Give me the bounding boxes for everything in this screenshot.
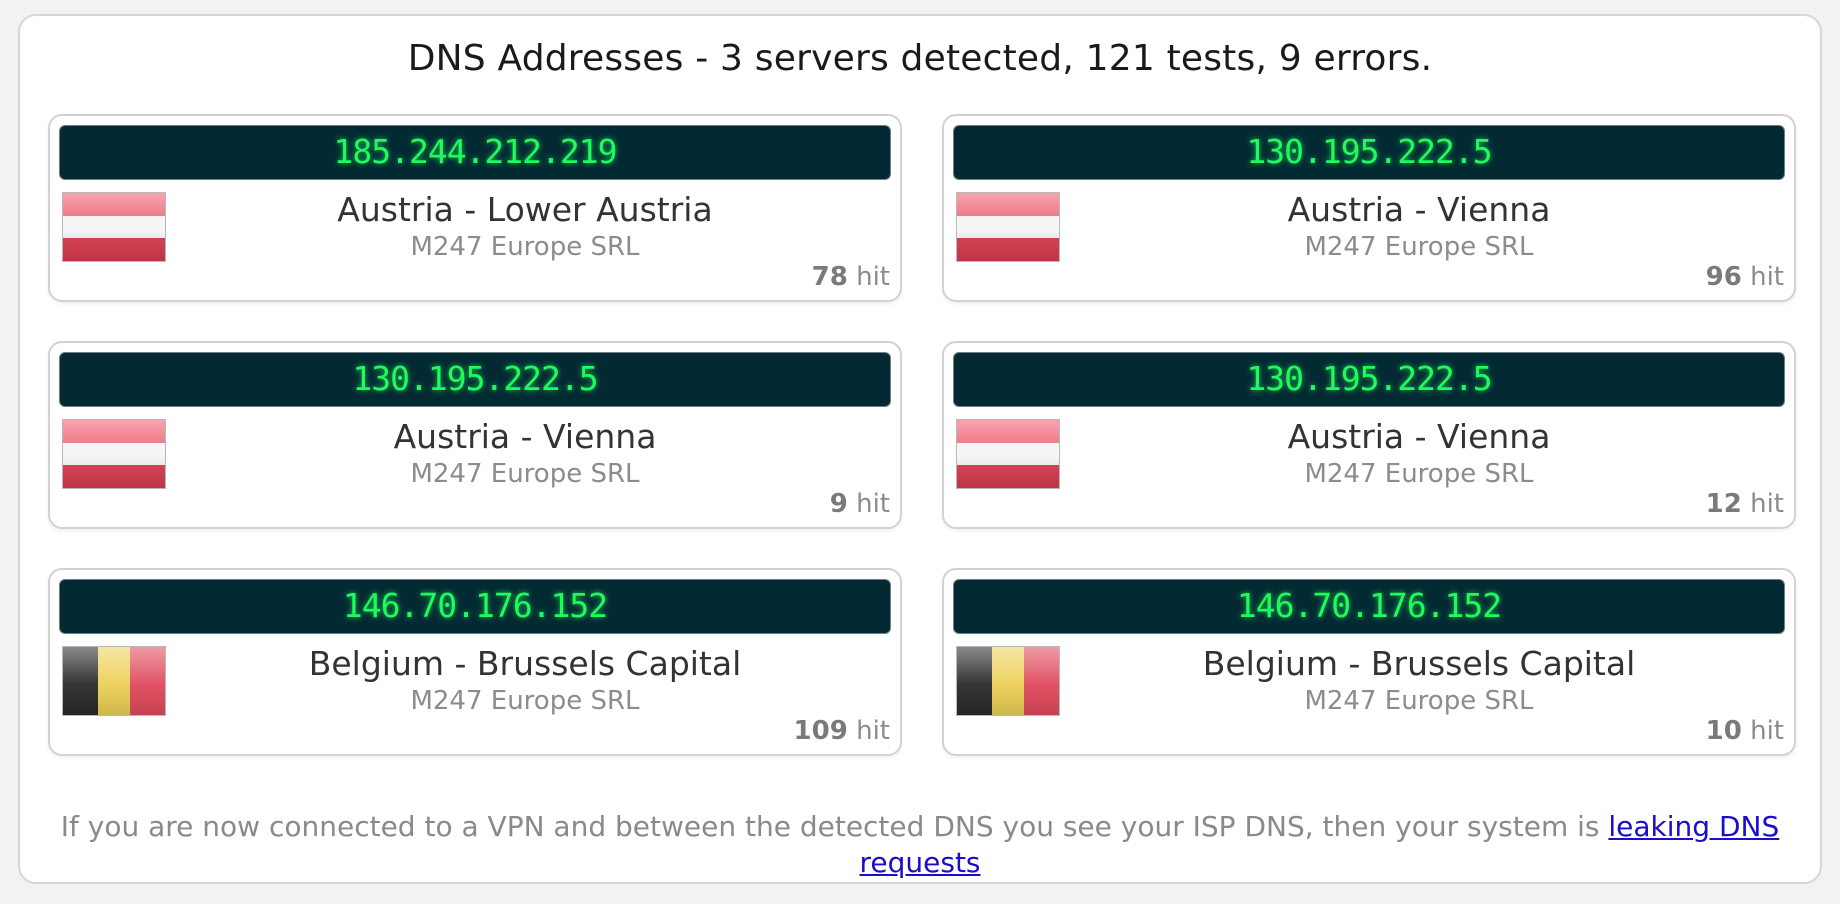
hit-label: hit (1750, 716, 1784, 746)
server-isp: M247 Europe SRL (1304, 459, 1534, 489)
austria-flag-icon (956, 192, 1060, 262)
server-isp: M247 Europe SRL (1304, 686, 1534, 716)
hit-label: hit (1750, 262, 1784, 292)
server-isp: M247 Europe SRL (410, 459, 640, 489)
hit-count: 9 hit (830, 489, 890, 519)
belgium-flag-icon (62, 646, 166, 716)
ip-address: 130.195.222.5 (953, 352, 1785, 407)
hit-label: hit (856, 489, 890, 519)
dns-server-card: 130.195.222.5 Austria - Vienna M247 Euro… (48, 341, 902, 529)
server-isp: M247 Europe SRL (410, 232, 640, 262)
server-isp: M247 Europe SRL (1304, 232, 1534, 262)
hit-label: hit (856, 262, 890, 292)
hit-count: 96 hit (1706, 262, 1784, 292)
ip-address: 130.195.222.5 (953, 125, 1785, 180)
hit-label: hit (1750, 489, 1784, 519)
hit-number: 9 (829, 489, 848, 519)
belgium-flag-icon (956, 646, 1060, 716)
server-location: Austria - Lower Austria (337, 190, 713, 229)
dns-server-card: 185.244.212.219 Austria - Lower Austria … (48, 114, 902, 302)
austria-flag-icon (62, 419, 166, 489)
notice-text: If you are now connected to a VPN and be… (60, 810, 1609, 843)
austria-flag-icon (956, 419, 1060, 489)
dns-server-card: 130.195.222.5 Austria - Vienna M247 Euro… (942, 341, 1796, 529)
server-location: Belgium - Brussels Capital (308, 644, 742, 683)
hit-count: 78 hit (812, 262, 890, 292)
austria-flag-icon (62, 192, 166, 262)
ip-address: 146.70.176.152 (59, 579, 891, 634)
hit-count: 12 hit (1706, 489, 1784, 519)
hit-number: 12 (1705, 489, 1742, 519)
ip-address: 185.244.212.219 (59, 125, 891, 180)
hit-count: 109 hit (794, 716, 890, 746)
hit-count: 10 hit (1706, 716, 1784, 746)
server-location: Belgium - Brussels Capital (1202, 644, 1636, 683)
server-location: Austria - Vienna (1287, 417, 1551, 456)
server-isp: M247 Europe SRL (410, 686, 640, 716)
server-location: Austria - Vienna (393, 417, 657, 456)
server-location: Austria - Vienna (1287, 190, 1551, 229)
ip-address: 146.70.176.152 (953, 579, 1785, 634)
dns-leak-notice: If you are now connected to a VPN and be… (50, 809, 1790, 881)
hit-label: hit (856, 716, 890, 746)
panel-title: DNS Addresses - 3 servers detected, 121 … (407, 38, 1433, 79)
hit-number: 10 (1705, 716, 1742, 746)
ip-address: 130.195.222.5 (59, 352, 891, 407)
hit-number: 109 (793, 716, 848, 746)
dns-server-card: 146.70.176.152 Belgium - Brussels Capita… (48, 568, 902, 756)
dns-server-card: 146.70.176.152 Belgium - Brussels Capita… (942, 568, 1796, 756)
dns-addresses-panel: DNS Addresses - 3 servers detected, 121 … (18, 14, 1822, 884)
dns-server-card: 130.195.222.5 Austria - Vienna M247 Euro… (942, 114, 1796, 302)
hit-number: 96 (1705, 262, 1742, 292)
hit-number: 78 (811, 262, 848, 292)
